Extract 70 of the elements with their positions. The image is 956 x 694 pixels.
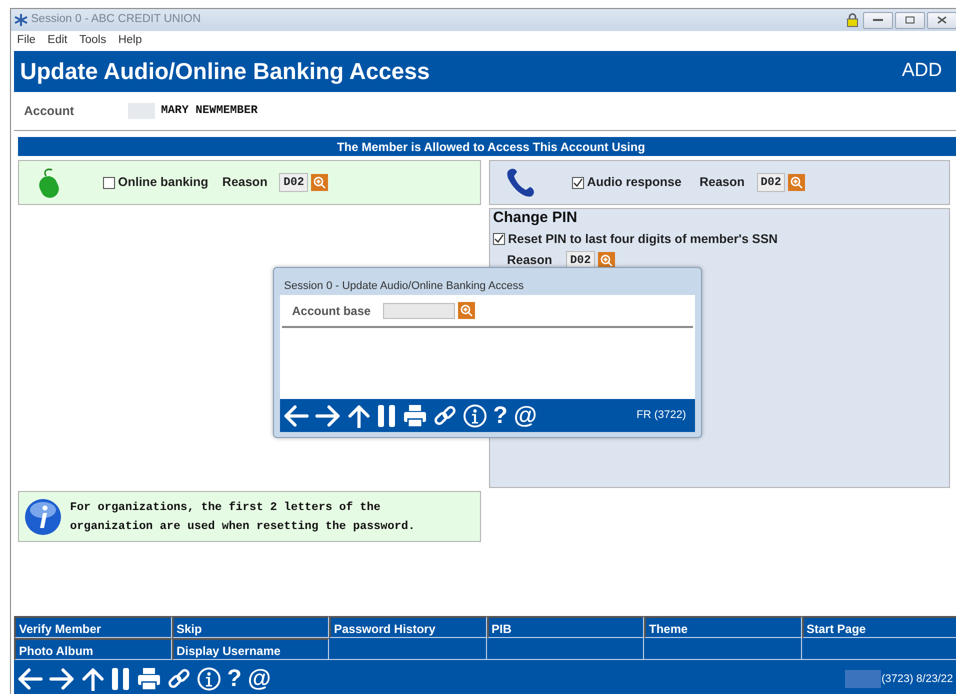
link-icon[interactable] bbox=[433, 404, 457, 428]
forward-arrow-icon[interactable] bbox=[315, 404, 341, 428]
printer-icon[interactable] bbox=[137, 667, 161, 691]
status-text: FR (3722) bbox=[636, 408, 686, 424]
function-key-button[interactable]: Skip bbox=[172, 616, 329, 638]
search-button[interactable] bbox=[458, 302, 475, 319]
help-button[interactable]: ? bbox=[227, 667, 242, 691]
function-key-button[interactable]: Photo Album bbox=[14, 638, 172, 660]
reason-label: Reason bbox=[507, 252, 552, 269]
menu-item[interactable]: Tools bbox=[79, 32, 106, 50]
reason-label: Reason bbox=[222, 174, 268, 192]
account-number-field bbox=[128, 103, 155, 119]
reason-label: Reason bbox=[699, 174, 745, 192]
help-button[interactable]: ? bbox=[493, 404, 508, 428]
forward-arrow-icon[interactable] bbox=[49, 667, 75, 691]
printer-icon[interactable] bbox=[403, 404, 427, 428]
email-button[interactable]: @ bbox=[514, 404, 538, 428]
blurred-field bbox=[845, 670, 882, 688]
checkbox[interactable] bbox=[493, 233, 505, 246]
menu-item[interactable]: Help bbox=[118, 32, 142, 50]
mode-label: ADD bbox=[902, 59, 942, 84]
function-key-button[interactable]: Password History bbox=[329, 616, 486, 638]
lock-icon bbox=[847, 13, 858, 27]
search-button[interactable] bbox=[598, 252, 615, 269]
reset-pin-label[interactable]: Reset PIN to last four digits of member's SSN bbox=[508, 230, 778, 249]
audio-response-label[interactable]: Audio response bbox=[587, 173, 682, 192]
up-arrow-icon[interactable] bbox=[81, 667, 105, 691]
info-icon[interactable] bbox=[197, 667, 221, 691]
info-text: For organizations, the first 2 letters of the bbox=[70, 500, 382, 516]
close-icon bbox=[937, 16, 947, 24]
menu-item[interactable]: File bbox=[17, 32, 36, 50]
info-icon[interactable] bbox=[463, 404, 487, 428]
window-title: Session 0 - ABC CREDIT UNION bbox=[31, 12, 201, 28]
search-button[interactable] bbox=[311, 174, 328, 191]
info-text: organization are used when resetting the password. bbox=[70, 518, 416, 534]
maximize-button[interactable] bbox=[895, 12, 925, 28]
maximize-icon bbox=[905, 16, 915, 24]
reason-field[interactable]: D02 bbox=[279, 172, 308, 192]
account-base-field[interactable] bbox=[382, 302, 455, 318]
member-name: MARY NEWMEMBER bbox=[161, 103, 258, 120]
dialog-title: Session 0 - Update Audio/Online Banking Access bbox=[283, 279, 525, 294]
back-arrow-icon[interactable] bbox=[17, 667, 43, 691]
back-arrow-icon[interactable] bbox=[283, 404, 309, 428]
account-label: Account bbox=[23, 102, 75, 120]
function-key-button[interactable]: Start Page bbox=[802, 616, 956, 638]
status-text: (3723) 8/23/22 bbox=[881, 672, 953, 687]
link-icon[interactable] bbox=[167, 667, 191, 691]
online-banking-label[interactable]: Online banking bbox=[118, 173, 208, 192]
page-title: Update Audio/Online Banking Access bbox=[20, 57, 430, 86]
section-title: Change PIN bbox=[493, 209, 578, 227]
minimize-icon bbox=[873, 18, 883, 22]
app-logo-icon bbox=[14, 13, 28, 27]
search-button[interactable] bbox=[788, 174, 806, 191]
function-key-button[interactable]: Display Username bbox=[172, 638, 329, 660]
function-key-button[interactable]: PIB bbox=[486, 616, 644, 638]
function-key-button[interactable]: Verify Member bbox=[14, 616, 172, 638]
up-arrow-icon[interactable] bbox=[347, 404, 371, 428]
pause-icon[interactable] bbox=[377, 404, 397, 428]
pause-icon[interactable] bbox=[111, 667, 131, 691]
menu-item[interactable]: Edit bbox=[48, 32, 68, 50]
close-button[interactable] bbox=[927, 12, 956, 28]
function-key-button[interactable]: Theme bbox=[644, 616, 802, 638]
section-heading: The Member is Allowed to Access This Account Using bbox=[336, 138, 646, 156]
account-base-label: Account base bbox=[292, 302, 371, 320]
checkbox[interactable] bbox=[103, 176, 115, 188]
info-icon bbox=[24, 498, 62, 536]
reason-field[interactable]: D02 bbox=[756, 172, 786, 192]
minimize-button[interactable] bbox=[863, 12, 893, 28]
email-button[interactable]: @ bbox=[248, 667, 272, 691]
checkbox[interactable] bbox=[572, 176, 584, 188]
